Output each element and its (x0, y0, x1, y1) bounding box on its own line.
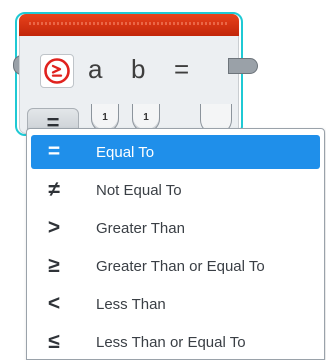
compare-mode-menu: = Equal To ≠ Not Equal To > Greater Than… (26, 128, 325, 360)
menu-item-greater-than[interactable]: > Greater Than (31, 211, 320, 245)
menu-item-label: Not Equal To (96, 182, 182, 199)
menu-item-label: Greater Than (96, 220, 185, 237)
not-equal-icon: ≠ (48, 178, 60, 201)
result-label: = (174, 54, 190, 84)
compare-mode-icon (40, 54, 74, 88)
menu-item-label: Greater Than or Equal To (96, 258, 265, 275)
menu-item-not-equal-to[interactable]: ≠ Not Equal To (31, 173, 320, 207)
title-bar-grip (29, 22, 229, 25)
menu-item-label: Less Than or Equal To (96, 334, 246, 351)
less-than-or-equal-icon: ≤ (48, 330, 60, 353)
menu-item-greater-than-or-equal-to[interactable]: ≥ Greater Than or Equal To (31, 249, 320, 283)
equal-icon: = (47, 140, 61, 163)
menu-item-label: Less Than (96, 296, 166, 313)
less-than-icon: < (47, 292, 61, 315)
input-b-value: 1 (143, 112, 149, 123)
param-b-label: b (131, 54, 146, 84)
block-title-bar[interactable] (19, 14, 239, 36)
compare-icon (44, 58, 70, 84)
menu-item-equal-to[interactable]: = Equal To (31, 135, 320, 169)
menu-item-label: Equal To (96, 144, 155, 161)
sequence-output-plug[interactable] (228, 58, 258, 74)
input-a-value: 1 (102, 112, 108, 123)
param-a-label: a (88, 54, 103, 84)
greater-than-icon: > (47, 216, 61, 239)
menu-item-less-than[interactable]: < Less Than (31, 287, 320, 321)
greater-than-or-equal-icon: ≥ (48, 254, 60, 277)
menu-item-less-than-or-equal-to[interactable]: ≤ Less Than or Equal To (31, 325, 320, 359)
compare-block[interactable]: a b = = 1 1 (19, 14, 239, 134)
